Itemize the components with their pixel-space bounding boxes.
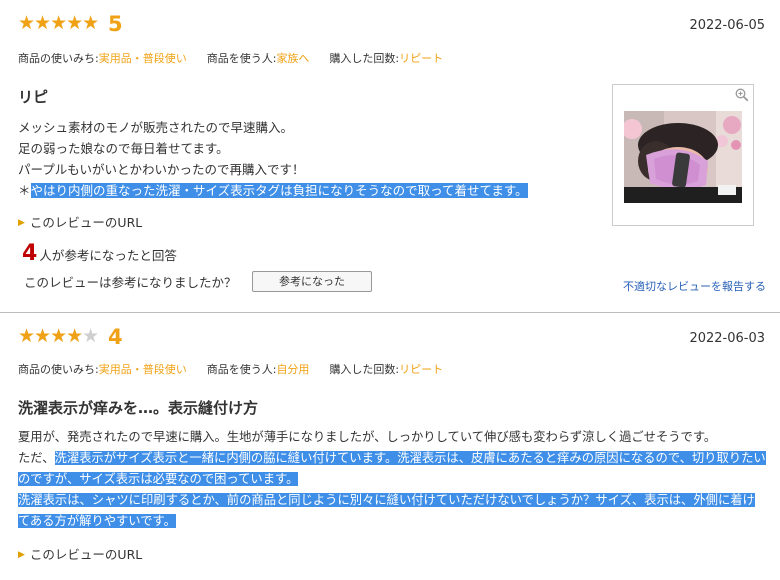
review-body: メッシュ素材のモノが販売されたので早速購入。 足の弱った娘なので毎日着せてます。… (18, 117, 528, 201)
bullet-mark: ＊ (18, 183, 31, 198)
usage-label: 商品の使いみち: (18, 363, 99, 376)
review-body-line: パープルもいがいとかわいかったので再購入です！ (18, 162, 305, 177)
rating-score: 4 (108, 325, 123, 349)
star-rating: ★★★★★ (18, 325, 99, 347)
helpful-count-number: 4 (22, 241, 38, 266)
helpful-count: 4 人が参考になったと回答 (22, 241, 177, 266)
helpful-button[interactable]: 参考になった (252, 271, 372, 292)
purchase-count-label: 購入した回数: (329, 52, 400, 65)
selected-text: やはり内側の重なった洗濯・サイズ表示タグは負担になりそうなので取って着せてます。 (30, 183, 528, 198)
review-date: 2022-06-03 (689, 331, 765, 346)
review-body-line: 洗濯表示は、シャツに印刷するとか、前の商品と同じように別々に縫い付けていただけな… (18, 490, 766, 532)
review-url-link[interactable]: ▶ このレビューのURL (18, 544, 142, 563)
purchase-count-value: リピート (399, 363, 444, 376)
rating-score: 5 (108, 12, 123, 36)
review-title: 洗濯表示が痒みを…。表示縫付け方 (18, 399, 259, 417)
user-label: 商品を使う人: (206, 52, 277, 65)
review-url-label: このレビューのURL (29, 547, 143, 562)
review-photo (624, 111, 742, 203)
usage-value: 実用品・普段使い (98, 363, 187, 376)
review-body-line: ただ、洗濯表示がサイズ表示と一緒に内側の脇に縫い付けています。洗濯表示は、皮膚に… (18, 448, 766, 490)
review-body-line: 足の弱った娘なので毎日着せてます。 (18, 141, 229, 156)
triangle-right-icon: ▶ (18, 218, 25, 228)
review-body: 夏用が、発売されたので早速に購入。生地が薄手になりましたが、しっかりしていて伸び… (18, 427, 766, 532)
filled-stars-icon: ★★★★ (18, 325, 83, 347)
user-label: 商品を使う人: (206, 363, 277, 376)
review-body-text: ただ、 (18, 451, 55, 465)
selected-text: 洗濯表示がサイズ表示と一緒に内側の脇に縫い付けています。洗濯表示は、皮膚にあたる… (18, 451, 766, 486)
usage-label: 商品の使いみち: (18, 52, 99, 65)
review-body-line: 夏用が、発売されたので早速に購入。生地が薄手になりましたが、しっかりしていて伸び… (18, 430, 717, 444)
empty-star-icon: ★ (82, 325, 99, 347)
zoom-in-icon[interactable] (735, 88, 749, 102)
review-url-link[interactable]: ▶ このレビューのURL (18, 212, 142, 231)
review-date: 2022-06-05 (689, 18, 765, 33)
review-meta: 商品の使いみち:実用品・普段使い 商品を使う人:自分用 購入した回数:リピート (18, 361, 443, 377)
triangle-right-icon: ▶ (18, 550, 25, 560)
usage-value: 実用品・普段使い (98, 52, 187, 65)
review-url-label: このレビューのURL (29, 215, 143, 230)
purchase-count-value: リピート (399, 52, 444, 65)
review-body-line: ＊やはり内側の重なった洗濯・サイズ表示タグは負担になりそうなので取って着せてます… (18, 180, 528, 201)
report-review-link[interactable]: 不適切なレビューを報告する (623, 278, 766, 294)
review-card: ★★★★★ 4 2022-06-03 商品の使いみち:実用品・普段使い 商品を使う… (0, 313, 780, 580)
review-title: リピ (18, 88, 49, 106)
star-rating: ★★★★★ (18, 12, 99, 34)
helpful-count-text: 人が参考になったと回答 (39, 248, 177, 263)
review-meta: 商品の使いみち:実用品・普段使い 商品を使う人:家族へ 購入した回数:リピート (18, 50, 443, 66)
helpful-question: このレビューは参考になりましたか？ (24, 275, 237, 290)
filled-stars-icon: ★★★★★ (18, 12, 99, 34)
user-value: 家族へ (276, 52, 310, 65)
user-value: 自分用 (276, 363, 310, 376)
review-card: ★★★★★ 5 2022-06-05 商品の使いみち:実用品・普段使い 商品を使う… (0, 0, 780, 312)
review-photo-thumbnail[interactable] (612, 84, 754, 226)
purchase-count-label: 購入した回数: (329, 363, 400, 376)
selected-text: 洗濯表示は、シャツに印刷するとか、前の商品と同じように別々に縫い付けていただけな… (18, 493, 755, 528)
review-body-line: メッシュ素材のモノが販売されたので早速購入。 (18, 120, 294, 135)
